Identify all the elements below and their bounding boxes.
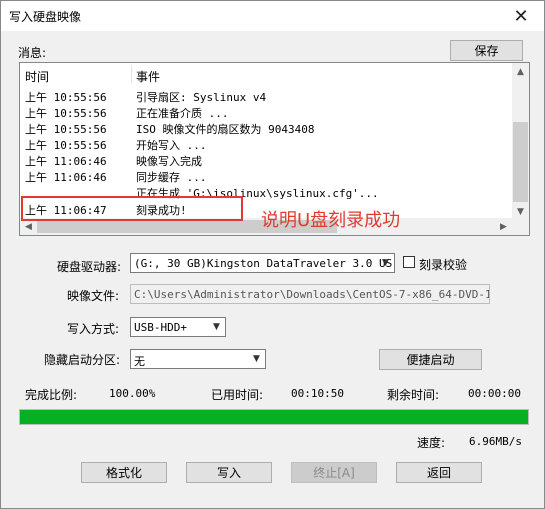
write-mode-value: USB-HDD+ [134,321,187,334]
write-button[interactable]: 写入 [186,462,272,483]
drive-value: (G:, 30 GB)Kingston DataTraveler 3.0 US [134,257,393,270]
drive-label: 硬盘驱动器: [57,260,122,274]
vertical-scroll-thumb[interactable] [513,122,528,202]
log-event: ISO 映像文件的扇区数为 9043408 [136,123,315,136]
completion-value: 100.00% [109,387,156,400]
chevron-down-icon[interactable]: ▼ [248,350,265,368]
hidden-partition-label: 隐藏启动分区: [44,353,121,367]
format-button[interactable]: 格式化 [81,462,167,483]
log-time: 上午 10:55:56 [25,139,107,152]
log-time: 上午 11:06:46 [25,171,107,184]
log-event: 正在准备介质 ... [136,107,229,120]
elapsed-label: 已用时间: [211,388,264,402]
hidden-partition-value: 无 [134,355,145,368]
image-file-label: 映像文件: [67,289,120,303]
log-header: 时间 事件 [20,63,512,85]
column-event[interactable]: 事件 [136,68,160,85]
remaining-value: 00:00:00 [468,387,521,400]
verify-label: 刻录校验 [419,258,468,272]
remaining-label: 剩余时间: [387,388,440,402]
window-title: 写入硬盘映像 [9,10,82,24]
scroll-up-icon[interactable]: ▲ [512,63,529,80]
log-time: 上午 10:55:56 [25,107,107,120]
log-row: 上午 10:55:56 引导扇区: Syslinux v4 [20,88,512,104]
progress-bar [19,409,529,425]
log-time: 上午 10:55:56 [25,123,107,136]
log-row: 上午 10:55:56 开始写入 ... [20,136,512,152]
close-icon[interactable]: ✕ [498,1,544,31]
log-event: 开始写入 ... [136,139,207,152]
progress-fill [20,410,528,424]
annotation-highlight-box [21,196,243,221]
column-separator [131,65,132,83]
vertical-scrollbar[interactable]: ▲ ▼ [512,63,529,220]
drive-select[interactable]: (G:, 30 GB)Kingston DataTraveler 3.0 US … [130,253,395,273]
messages-label: 消息: [18,46,47,60]
log-row: 上午 11:06:46 同步缓存 ... [20,168,512,184]
quick-boot-button[interactable]: 便捷启动 [379,349,482,370]
write-disk-image-dialog: 写入硬盘映像 ✕ 消息: 保存 时间 事件 上午 10:55:56 引导扇区: … [0,0,545,509]
verify-checkbox[interactable] [403,256,415,268]
write-mode-label: 写入方式: [67,322,120,336]
log-row: 上午 10:55:56 ISO 映像文件的扇区数为 9043408 [20,120,512,136]
log-event: 映像写入完成 [136,155,202,168]
abort-button[interactable]: 终止[A] [291,462,377,483]
log-event: 引导扇区: Syslinux v4 [136,91,267,104]
log-time: 上午 11:06:46 [25,155,107,168]
log-row: 上午 10:55:56 正在准备介质 ... [20,104,512,120]
chevron-down-icon[interactable]: ▼ [208,318,225,336]
scrollbar-corner [512,218,529,235]
title-bar: 写入硬盘映像 ✕ [1,1,544,31]
image-file-value: C:\Users\Administrator\Downloads\CentOS-… [134,288,490,301]
save-button[interactable]: 保存 [450,40,523,61]
column-time[interactable]: 时间 [25,68,49,85]
speed-value: 6.96MB/s [469,435,522,448]
hidden-partition-select[interactable]: 无 ▼ [130,349,266,369]
log-row: 上午 11:06:46 映像写入完成 [20,152,512,168]
image-file-field[interactable]: C:\Users\Administrator\Downloads\CentOS-… [130,284,490,304]
scroll-right-icon[interactable]: ▶ [495,218,512,235]
log-time: 上午 10:55:56 [25,91,107,104]
write-mode-select[interactable]: USB-HDD+ ▼ [130,317,226,337]
speed-label: 速度: [417,436,446,450]
annotation-text: 说明U盘刻录成功 [261,210,401,231]
elapsed-value: 00:10:50 [291,387,344,400]
log-event: 同步缓存 ... [136,171,207,184]
completion-label: 完成比例: [25,388,78,402]
back-button[interactable]: 返回 [396,462,482,483]
chevron-down-icon[interactable]: ▼ [377,254,394,272]
